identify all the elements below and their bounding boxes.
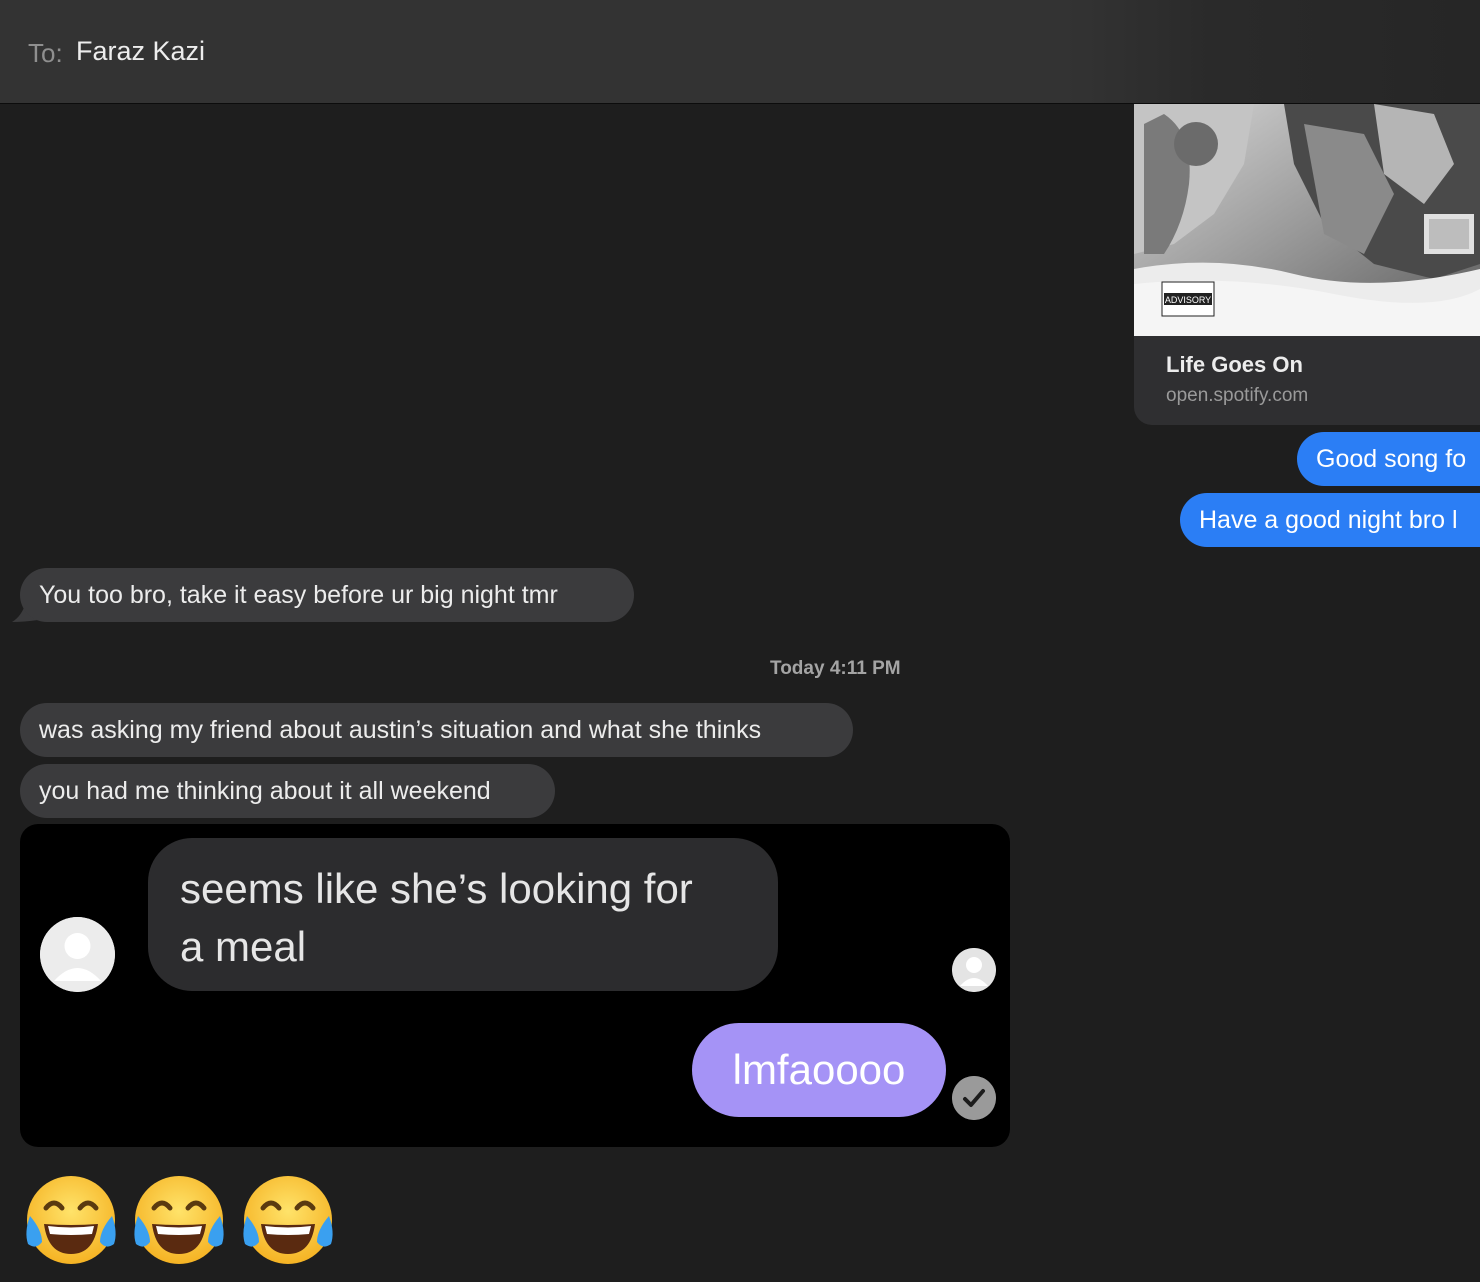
link-title: Life Goes On	[1166, 352, 1303, 377]
tears-of-joy-emoji-icon	[243, 1176, 333, 1264]
incoming-message[interactable]: You too bro, take it easy before ur big …	[20, 568, 634, 622]
outgoing-message[interactable]: Have a good night bro l	[1180, 493, 1480, 547]
message-timestamp: Today 4:11 PM	[770, 658, 901, 679]
contact-avatar-icon	[40, 917, 115, 992]
screenshot-incoming-bubble: seems like she’s looking for a meal	[148, 838, 778, 991]
incoming-message[interactable]: you had me thinking about it all weekend	[20, 764, 555, 818]
screenshot-outgoing-bubble: lmfaoooo	[692, 1023, 946, 1117]
link-domain: open.spotify.com	[1166, 385, 1309, 406]
tears-of-joy-emoji-icon	[26, 1176, 116, 1264]
attached-screenshot-image[interactable]: seems like she’s looking for a meal lmfa…	[20, 824, 1010, 1147]
outgoing-message[interactable]: Good song fo	[1297, 432, 1480, 486]
spotify-link-preview[interactable]: ADVISORY Life Goes On open.spotify.com	[1134, 104, 1480, 425]
to-label: To:	[28, 38, 63, 68]
recipient-name[interactable]: Faraz Kazi	[76, 36, 205, 67]
parental-advisory-label: ADVISORY	[1165, 295, 1211, 305]
screenshot-incoming-line: a meal	[180, 923, 307, 970]
conversation-header: To: Faraz Kazi	[0, 0, 1480, 104]
incoming-message[interactable]: was asking my friend about austin’s situ…	[20, 703, 853, 757]
screenshot-incoming-line: seems like she’s looking for	[180, 865, 693, 912]
checkmark-icon	[952, 1076, 996, 1120]
emoji-message[interactable]	[22, 1172, 343, 1268]
tears-of-joy-emoji-icon	[134, 1176, 225, 1264]
album-art-image: ADVISORY	[1134, 104, 1480, 336]
small-avatar-icon	[952, 948, 996, 992]
